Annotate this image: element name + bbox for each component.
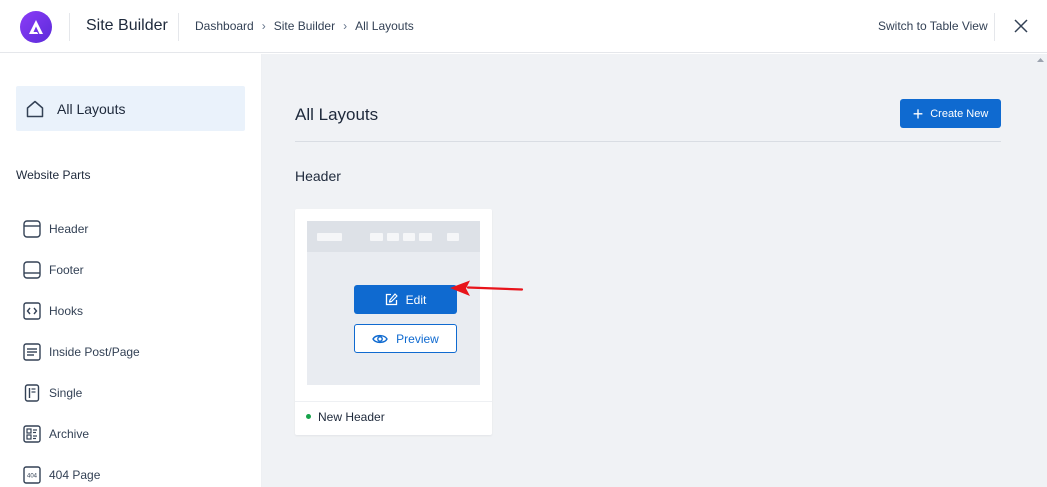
create-new-button[interactable]: + Create New: [900, 99, 1001, 128]
sidebar-item-label: All Layouts: [57, 100, 126, 117]
code-icon: [23, 302, 41, 320]
sidebar: All Layouts Website Parts Header Footer …: [0, 54, 262, 487]
sidebar-item-label: Hooks: [49, 304, 84, 318]
edit-button[interactable]: Edit: [354, 285, 457, 314]
astra-logo-icon[interactable]: [20, 11, 52, 43]
sidebar-item-footer[interactable]: Footer: [23, 260, 84, 280]
title-divider: [295, 141, 1001, 142]
app-title: Site Builder: [86, 17, 168, 34]
sidebar-item-all-layouts[interactable]: All Layouts: [16, 86, 245, 131]
title-separator: [69, 13, 70, 41]
chevron-right-icon: ›: [261, 19, 266, 33]
breadcrumb: Dashboard › Site Builder › All Layouts: [195, 19, 414, 33]
close-separator: [994, 13, 995, 41]
sidebar-section-heading: Website Parts: [16, 168, 91, 182]
layout-card: Edit Preview New Header: [295, 209, 492, 435]
layout-thumbnail: Edit Preview: [307, 221, 480, 385]
preview-label: Preview: [396, 331, 439, 346]
sidebar-item-single[interactable]: Single: [23, 383, 82, 403]
close-button[interactable]: [1010, 15, 1032, 37]
header-layout-icon: [23, 220, 41, 238]
404-icon: 404: [23, 466, 41, 484]
sidebar-item-404-page[interactable]: 404 404 Page: [23, 465, 100, 485]
footer-layout-icon: [23, 261, 41, 279]
eye-icon: [372, 333, 388, 345]
top-bar: Site Builder Dashboard › Site Builder › …: [0, 0, 1047, 53]
preview-button[interactable]: Preview: [354, 324, 457, 353]
page-title: All Layouts: [295, 105, 379, 124]
breadcrumb-dashboard[interactable]: Dashboard: [195, 19, 254, 33]
breadcrumb-separator: [178, 13, 179, 41]
chevron-right-icon: ›: [343, 19, 348, 33]
breadcrumb-all-layouts: All Layouts: [355, 19, 414, 33]
sidebar-item-header[interactable]: Header: [23, 219, 88, 239]
sidebar-item-label: 404 Page: [49, 468, 101, 482]
edit-label: Edit: [405, 292, 427, 307]
home-icon: [24, 98, 46, 120]
scroll-up-arrow-icon[interactable]: [1036, 56, 1045, 64]
annotation-arrow-icon: [450, 280, 524, 296]
sidebar-item-inside-post-page[interactable]: Inside Post/Page: [23, 342, 140, 362]
post-content-icon: [23, 343, 41, 361]
main-content: All Layouts + Create New Header Edit Pre…: [262, 54, 1047, 487]
section-title: Header: [295, 168, 341, 184]
breadcrumb-site-builder[interactable]: Site Builder: [274, 19, 335, 33]
sidebar-item-label: Inside Post/Page: [49, 345, 140, 359]
switch-to-table-view-link[interactable]: Switch to Table View: [878, 19, 988, 33]
layout-name: New Header: [318, 410, 385, 424]
sidebar-item-archive[interactable]: Archive: [23, 424, 89, 444]
sidebar-item-label: Archive: [49, 427, 90, 441]
sidebar-item-label: Single: [49, 386, 83, 400]
sidebar-item-label: Footer: [49, 263, 84, 277]
create-new-label: Create New: [930, 107, 989, 120]
svg-text:404: 404: [27, 474, 38, 480]
card-footer-divider: [295, 401, 492, 402]
edit-icon: [385, 293, 398, 306]
plus-icon: +: [912, 103, 924, 124]
single-page-icon: [23, 384, 41, 402]
thumbnail-header-bar: [307, 221, 480, 252]
sidebar-item-label: Header: [49, 222, 89, 236]
sidebar-item-hooks[interactable]: Hooks: [23, 301, 83, 321]
close-icon: [1014, 19, 1028, 33]
status-dot-icon: [306, 414, 311, 419]
archive-icon: [23, 425, 41, 443]
